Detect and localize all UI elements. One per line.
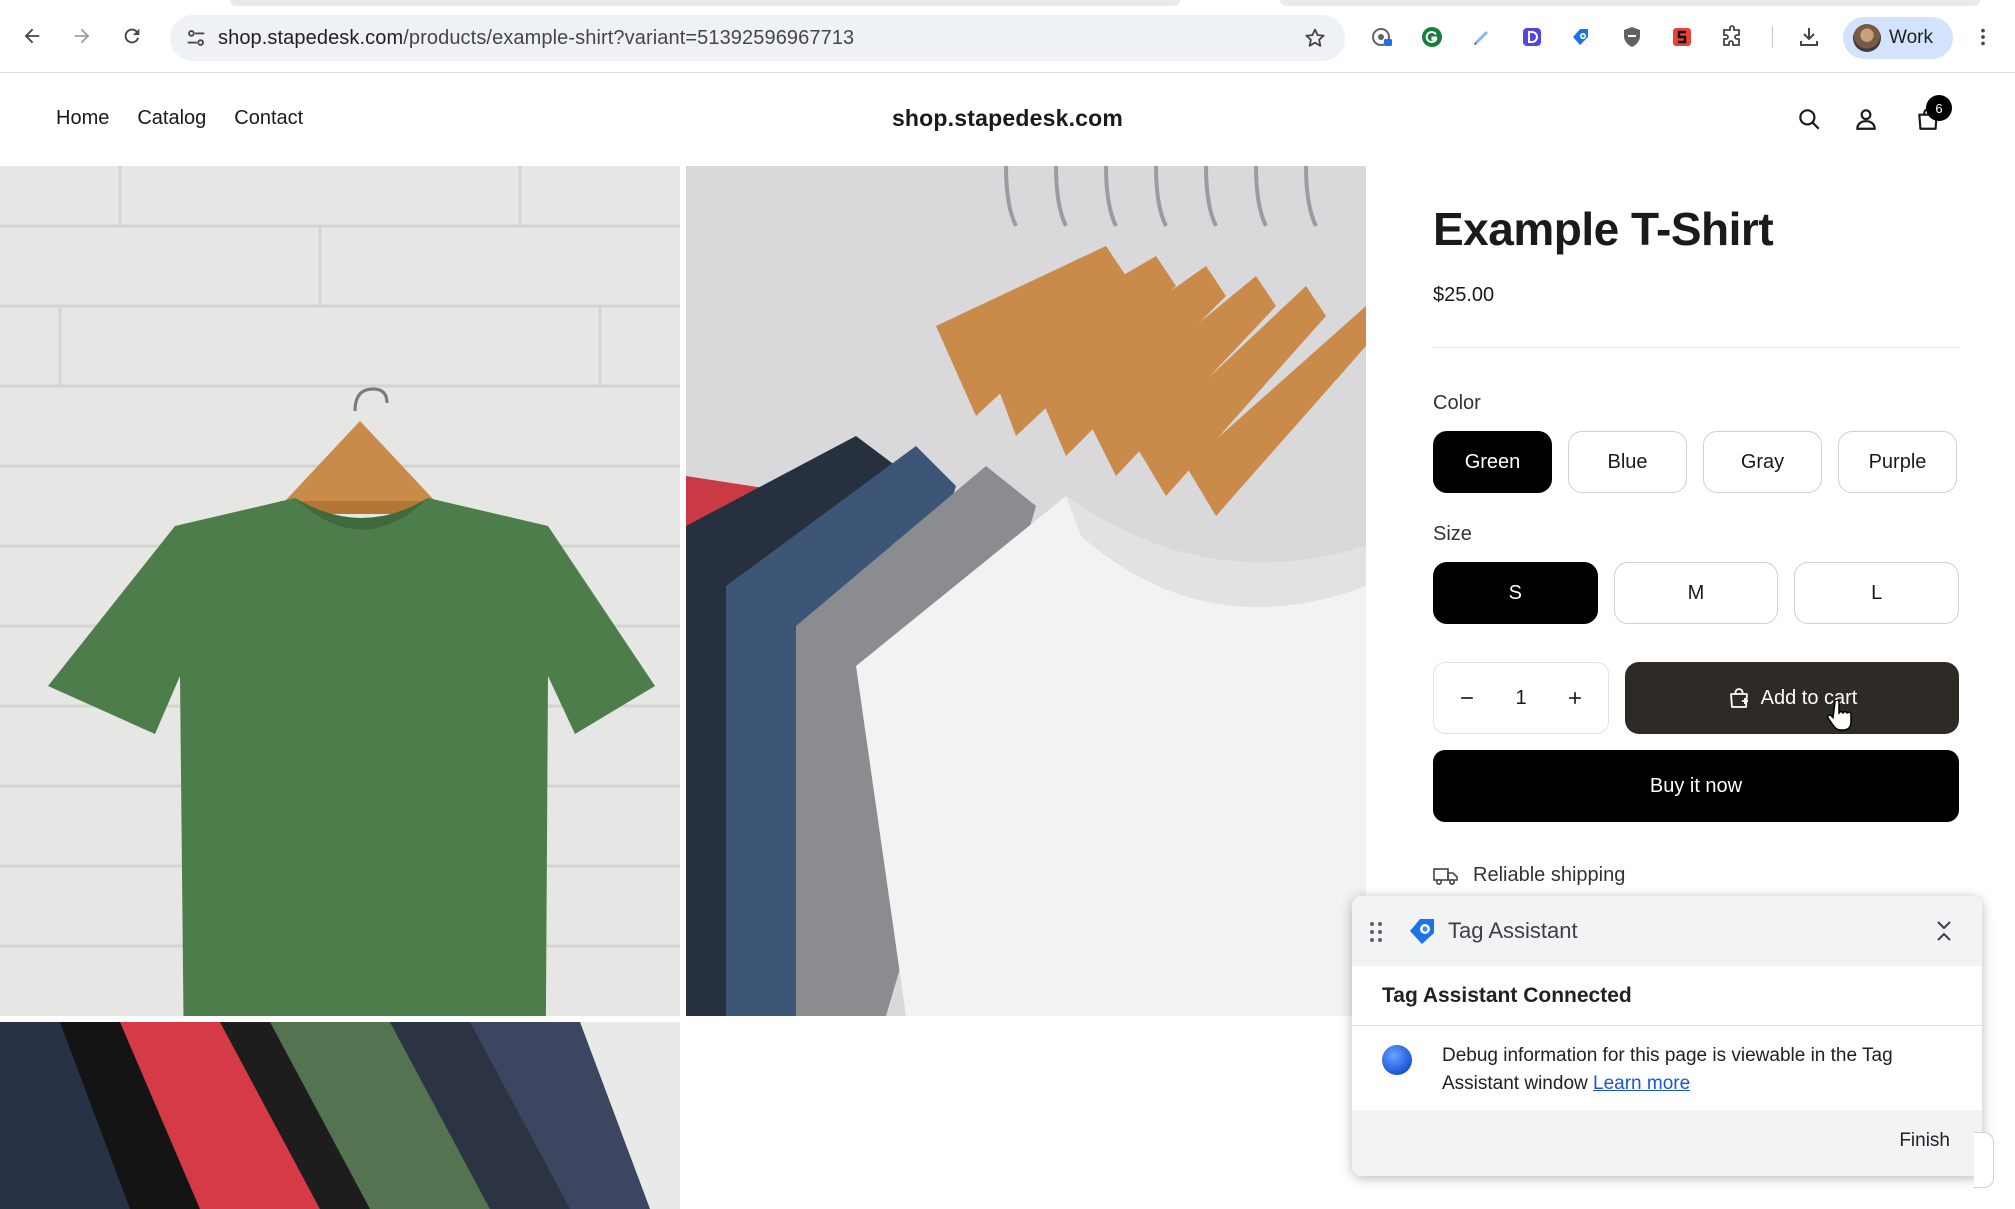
shipping-label: Reliable shipping	[1473, 864, 1626, 886]
browser-toolbar: shop.stapedesk.com/products/example-shir…	[0, 0, 2015, 73]
profile-button[interactable]: Work	[1843, 17, 1953, 59]
product-price: $25.00	[1433, 284, 1495, 306]
product-info: Example T-Shirt $25.00 Color Green Blue …	[1433, 166, 1960, 887]
search-icon	[1799, 109, 1820, 130]
url-text[interactable]: shop.stapedesk.com/products/example-shir…	[218, 27, 854, 50]
green-tshirt-on-hanger-image	[0, 166, 680, 1016]
cart-count-badge: 6	[1926, 95, 1952, 121]
puzzle-icon[interactable]	[1719, 24, 1745, 50]
quantity-stepper	[1433, 662, 1609, 734]
floating-widget-edge[interactable]	[1974, 1132, 1994, 1188]
color-option-gray[interactable]: Gray	[1703, 431, 1822, 493]
quantity-input[interactable]	[1491, 686, 1551, 710]
download-icon[interactable]	[1796, 24, 1822, 50]
color-option-green[interactable]: Green	[1433, 431, 1552, 493]
nav-home[interactable]: Home	[56, 107, 109, 130]
color-option-blue[interactable]: Blue	[1568, 431, 1687, 493]
arrow-left-icon	[24, 28, 40, 44]
tag-assistant-message: Debug information for this page is viewa…	[1442, 1042, 1952, 1094]
divider	[1433, 347, 1959, 348]
url-host: shop.stapedesk.com	[218, 26, 404, 49]
tag-assistant-connected-heading: Tag Assistant Connected	[1352, 966, 1982, 1026]
arrow-right-icon	[74, 28, 90, 44]
size-option-m[interactable]: M	[1613, 562, 1779, 624]
tag-assistant-footer: Finish	[1352, 1110, 1982, 1176]
purchase-row: Add to cart	[1433, 662, 1959, 734]
add-to-cart-button[interactable]: Add to cart	[1625, 662, 1959, 734]
reload-button[interactable]	[116, 20, 148, 52]
forward-button[interactable]	[66, 20, 98, 52]
browser-menu-button[interactable]	[1970, 24, 1996, 50]
d-extension-icon[interactable]	[1519, 24, 1545, 50]
main-nav: Home Catalog Contact	[56, 107, 303, 130]
product-image-shirts-on-rack[interactable]	[686, 166, 1366, 1016]
status-dot-icon	[1382, 1045, 1412, 1075]
folded-shirts-image	[0, 1022, 680, 1209]
tab-strip-edge	[1280, 0, 1980, 6]
tag-assistant-icon[interactable]	[1569, 24, 1595, 50]
truck-icon	[1433, 867, 1458, 885]
search-button[interactable]	[1793, 103, 1825, 135]
size-label: Size	[1433, 523, 1472, 545]
size-option-s[interactable]: S	[1433, 562, 1598, 624]
avatar	[1853, 24, 1881, 52]
collapse-icon[interactable]	[1932, 918, 1956, 944]
stape-icon[interactable]	[1669, 24, 1695, 50]
site-info-button[interactable]	[174, 15, 218, 61]
product-title: Example T-Shirt	[1433, 203, 1774, 255]
product-image-folded-shirts[interactable]	[0, 1022, 680, 1209]
shirts-on-rack-image	[686, 166, 1366, 1016]
grammarly-icon[interactable]	[1419, 24, 1445, 50]
tab-strip-edge	[230, 0, 1180, 6]
tag-assistant-header: Tag Assistant	[1352, 896, 1982, 966]
plus-icon	[1569, 692, 1581, 704]
tag-assistant-popup: Tag Assistant Tag Assistant Connected De…	[1352, 896, 1982, 1176]
drag-handle-icon[interactable]	[1368, 920, 1384, 944]
back-button[interactable]	[16, 20, 48, 52]
bookmark-star-icon[interactable]	[1303, 26, 1327, 50]
increase-quantity-button[interactable]	[1560, 683, 1590, 713]
minus-icon	[1461, 697, 1473, 699]
profile-label: Work	[1889, 27, 1933, 48]
color-options: Green Blue Gray Purple	[1433, 431, 1959, 493]
nav-catalog[interactable]: Catalog	[137, 107, 206, 130]
nav-contact[interactable]: Contact	[234, 107, 303, 130]
tag-assistant-logo-icon	[1410, 919, 1434, 944]
color-option-purple[interactable]: Purple	[1838, 431, 1957, 493]
more-vert-icon	[1981, 28, 1985, 46]
shield-icon[interactable]	[1619, 24, 1645, 50]
finish-button[interactable]: Finish	[1899, 1130, 1950, 1152]
account-button[interactable]	[1850, 103, 1882, 135]
tag-assistant-title: Tag Assistant	[1448, 918, 1578, 943]
tune-icon	[187, 30, 205, 46]
tag-assistant-body: Debug information for this page is viewa…	[1352, 1026, 1982, 1110]
size-options: S M L	[1433, 562, 1960, 624]
user-icon	[1856, 109, 1876, 130]
add-to-cart-label: Add to cart	[1760, 686, 1858, 709]
learn-more-link[interactable]: Learn more	[1593, 1073, 1690, 1094]
buy-now-button[interactable]: Buy it now	[1433, 750, 1959, 822]
decrease-quantity-button[interactable]	[1452, 683, 1482, 713]
cart-button[interactable]: 6	[1912, 95, 1952, 135]
store-header: Home Catalog Contact shop.stapedesk.com …	[0, 73, 2015, 166]
size-option-l[interactable]: L	[1794, 562, 1960, 624]
address-bar[interactable]: shop.stapedesk.com/products/example-shir…	[170, 15, 1345, 61]
color-label: Color	[1433, 392, 1481, 414]
shipping-info: Reliable shipping	[1433, 864, 1959, 887]
bag-add-icon	[1729, 688, 1748, 708]
pen-icon[interactable]	[1469, 24, 1495, 50]
reload-icon	[124, 28, 140, 44]
url-path: /products/example-shirt?variant=51392596…	[403, 26, 855, 49]
product-image-green-shirt[interactable]	[0, 166, 680, 1016]
toolbar-separator	[1772, 26, 1773, 48]
password-manager-icon[interactable]	[1369, 24, 1395, 50]
store-logo-link[interactable]: shop.stapedesk.com	[892, 105, 1123, 131]
